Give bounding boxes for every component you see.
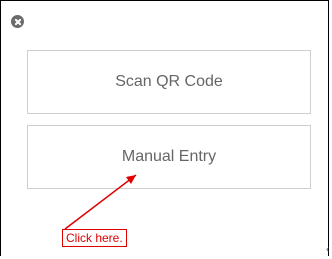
- close-icon[interactable]: [11, 15, 24, 28]
- dialog-frame: Scan QR Code Manual Entry: [0, 0, 329, 256]
- scan-qr-code-label: Scan QR Code: [115, 73, 223, 90]
- manual-entry-label: Manual Entry: [121, 148, 217, 165]
- edge-glyph: ‹: [326, 244, 330, 255]
- scan-qr-code-button[interactable]: Scan QR Code: [27, 50, 311, 114]
- manual-entry-button[interactable]: Manual Entry: [27, 125, 311, 189]
- click-here-callout: Click here.: [62, 229, 127, 247]
